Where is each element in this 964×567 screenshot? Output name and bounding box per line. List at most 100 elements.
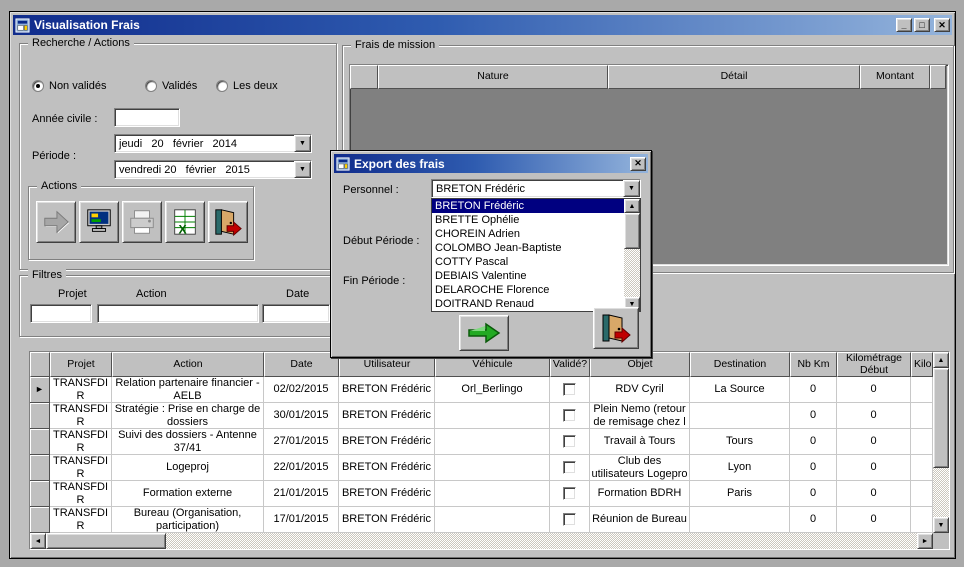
cell-objet[interactable]: RDV Cyril bbox=[590, 377, 690, 403]
table-row[interactable]: TRANSFDIR Stratégie : Prise en charge de… bbox=[30, 403, 933, 429]
header-km-debut[interactable]: Kilométrage Début bbox=[837, 352, 911, 377]
cell-date[interactable]: 22/01/2015 bbox=[264, 455, 339, 481]
row-selector[interactable] bbox=[30, 403, 50, 429]
personnel-option[interactable]: BRETTE Ophélie bbox=[432, 213, 624, 227]
personnel-dropdown-button[interactable]: ▼ bbox=[623, 180, 640, 197]
cell-projet[interactable]: TRANSFDIR bbox=[50, 403, 112, 429]
close-button[interactable]: ✕ bbox=[934, 18, 950, 32]
cell-km-fin[interactable] bbox=[911, 403, 933, 429]
cell-destination[interactable]: Paris bbox=[690, 481, 790, 507]
cell-km-fin[interactable] bbox=[911, 429, 933, 455]
personnel-option[interactable]: DELAROCHE Florence bbox=[432, 283, 624, 297]
header-destination[interactable]: Destination bbox=[690, 352, 790, 377]
cell-nb-km[interactable]: 0 bbox=[790, 403, 837, 429]
cell-action[interactable]: Formation externe bbox=[112, 481, 264, 507]
cell-date[interactable]: 30/01/2015 bbox=[264, 403, 339, 429]
excel-export-button[interactable]: X bbox=[165, 201, 205, 243]
scroll-left-button[interactable]: ◄ bbox=[30, 533, 46, 549]
fm-header-montant[interactable]: Montant bbox=[860, 65, 930, 89]
personnel-option[interactable]: COLOMBO Jean-Baptiste bbox=[432, 241, 624, 255]
personnel-option[interactable]: COTTY Pascal bbox=[432, 255, 624, 269]
table-row[interactable]: TRANSFDIR Logeproj 22/01/2015 BRETON Fré… bbox=[30, 455, 933, 481]
cell-action[interactable]: Relation partenaire financier - AELB bbox=[112, 377, 264, 403]
cell-km-debut[interactable]: 0 bbox=[837, 377, 911, 403]
table-row[interactable]: ► TRANSFDIR Relation partenaire financie… bbox=[30, 377, 933, 403]
row-selector[interactable] bbox=[30, 455, 50, 481]
cell-destination[interactable]: Lyon bbox=[690, 455, 790, 481]
cell-km-debut[interactable]: 0 bbox=[837, 429, 911, 455]
cell-nb-km[interactable]: 0 bbox=[790, 481, 837, 507]
cell-objet[interactable]: Club des utilisateurs Logepro bbox=[590, 455, 690, 481]
forward-button[interactable] bbox=[36, 201, 76, 243]
cell-vehicule[interactable] bbox=[435, 507, 550, 533]
cell-vehicule[interactable]: Orl_Berlingo bbox=[435, 377, 550, 403]
table-row[interactable]: TRANSFDIR Formation externe 21/01/2015 B… bbox=[30, 481, 933, 507]
table-row[interactable]: TRANSFDIR Suivi des dossiers - Antenne 3… bbox=[30, 429, 933, 455]
cell-destination[interactable]: Tours bbox=[690, 429, 790, 455]
personnel-option[interactable]: BRETON Frédéric bbox=[432, 199, 624, 213]
maximize-button[interactable]: □ bbox=[914, 18, 930, 32]
cell-date[interactable]: 27/01/2015 bbox=[264, 429, 339, 455]
annee-civile-input[interactable] bbox=[114, 108, 180, 127]
periode-debut-dropdown-button[interactable]: ▼ bbox=[294, 135, 311, 152]
filtre-projet-input[interactable] bbox=[30, 304, 92, 323]
header-projet[interactable]: Projet bbox=[50, 352, 112, 377]
row-selector[interactable]: ► bbox=[30, 377, 50, 403]
cell-nb-km[interactable]: 0 bbox=[790, 455, 837, 481]
personnel-option[interactable]: DEBIAIS Valentine bbox=[432, 269, 624, 283]
cell-objet[interactable]: Travail à Tours bbox=[590, 429, 690, 455]
cell-date[interactable]: 02/02/2015 bbox=[264, 377, 339, 403]
cell-utilisateur[interactable]: BRETON Frédéric bbox=[339, 507, 435, 533]
cell-km-fin[interactable] bbox=[911, 377, 933, 403]
cell-destination[interactable] bbox=[690, 403, 790, 429]
dialog-exit-button[interactable] bbox=[593, 307, 639, 349]
cell-destination[interactable] bbox=[690, 507, 790, 533]
fm-header-detail[interactable]: Détail bbox=[608, 65, 860, 89]
periode-debut-combo[interactable]: jeudi 20 février 2014 ▼ bbox=[114, 134, 312, 153]
cell-objet[interactable]: Formation BDRH bbox=[590, 481, 690, 507]
cell-action[interactable]: Bureau (Organisation, participation) bbox=[112, 507, 264, 533]
exit-button[interactable] bbox=[208, 201, 248, 243]
cell-km-fin[interactable] bbox=[911, 481, 933, 507]
cell-utilisateur[interactable]: BRETON Frédéric bbox=[339, 403, 435, 429]
cell-destination[interactable]: La Source bbox=[690, 377, 790, 403]
personnel-combo[interactable]: BRETON Frédéric ▼ bbox=[431, 179, 641, 198]
cell-nb-km[interactable]: 0 bbox=[790, 429, 837, 455]
print-button[interactable] bbox=[122, 201, 162, 243]
export-confirm-button[interactable] bbox=[459, 315, 509, 351]
cell-projet[interactable]: TRANSFDIR bbox=[50, 481, 112, 507]
cell-objet[interactable]: Réunion de Bureau bbox=[590, 507, 690, 533]
header-nb-km[interactable]: Nb Km bbox=[790, 352, 837, 377]
cell-utilisateur[interactable]: BRETON Frédéric bbox=[339, 455, 435, 481]
row-selector[interactable] bbox=[30, 429, 50, 455]
cell-action[interactable]: Suivi des dossiers - Antenne 37/41 bbox=[112, 429, 264, 455]
cell-km-debut[interactable]: 0 bbox=[837, 481, 911, 507]
cell-date[interactable]: 17/01/2015 bbox=[264, 507, 339, 533]
cell-projet[interactable]: TRANSFDIR bbox=[50, 429, 112, 455]
dialog-close-button[interactable]: ✕ bbox=[630, 157, 646, 171]
row-selector[interactable] bbox=[30, 507, 50, 533]
cell-action[interactable]: Logeproj bbox=[112, 455, 264, 481]
scroll-up-button[interactable]: ▲ bbox=[933, 352, 949, 368]
preview-button[interactable] bbox=[79, 201, 119, 243]
cell-km-fin[interactable] bbox=[911, 507, 933, 533]
list-scrollbar[interactable]: ▲ ▼ bbox=[624, 199, 640, 311]
valide-checkbox[interactable] bbox=[563, 513, 576, 526]
cell-utilisateur[interactable]: BRETON Frédéric bbox=[339, 377, 435, 403]
scroll-right-button[interactable]: ► bbox=[917, 533, 933, 549]
cell-km-debut[interactable]: 0 bbox=[837, 507, 911, 533]
radio-non-valides[interactable] bbox=[32, 80, 44, 92]
personnel-option[interactable]: CHOREIN Adrien bbox=[432, 227, 624, 241]
valide-checkbox[interactable] bbox=[563, 435, 576, 448]
radio-les-deux[interactable] bbox=[216, 80, 228, 92]
valide-checkbox[interactable] bbox=[563, 383, 576, 396]
cell-projet[interactable]: TRANSFDIR bbox=[50, 377, 112, 403]
cell-utilisateur[interactable]: BRETON Frédéric bbox=[339, 481, 435, 507]
valide-checkbox[interactable] bbox=[563, 461, 576, 474]
scroll-down-button[interactable]: ▼ bbox=[933, 517, 949, 533]
table-row[interactable]: TRANSFDIR Bureau (Organisation, particip… bbox=[30, 507, 933, 533]
valide-checkbox[interactable] bbox=[563, 487, 576, 500]
valide-checkbox[interactable] bbox=[563, 409, 576, 422]
cell-nb-km[interactable]: 0 bbox=[790, 377, 837, 403]
cell-date[interactable]: 21/01/2015 bbox=[264, 481, 339, 507]
